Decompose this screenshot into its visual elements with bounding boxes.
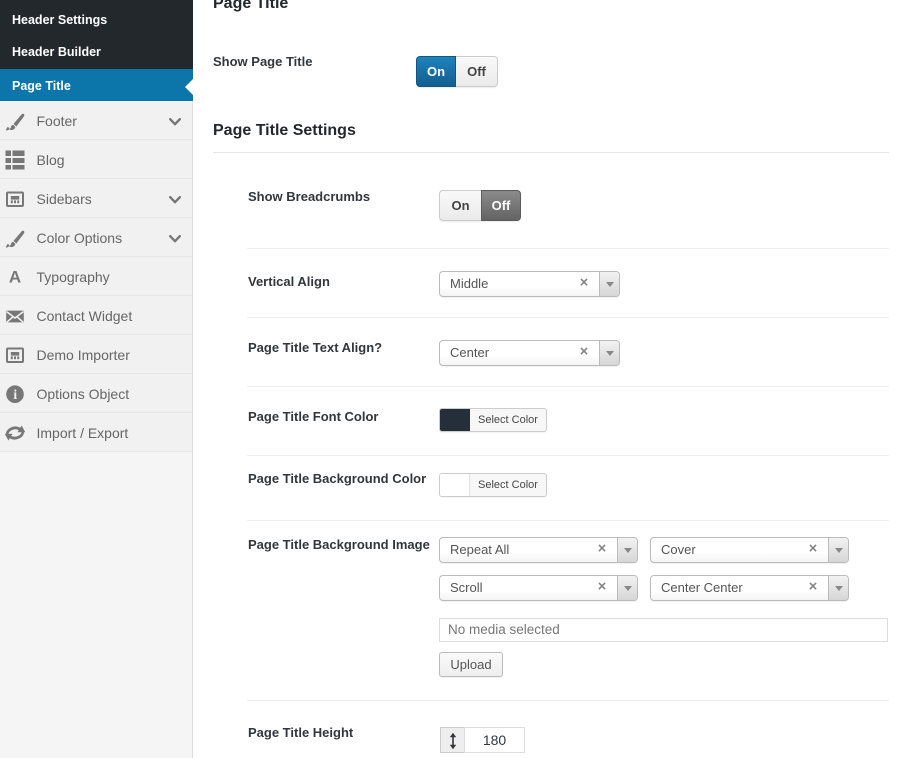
svg-text:A: A (9, 268, 21, 287)
svg-text:i: i (13, 387, 17, 402)
